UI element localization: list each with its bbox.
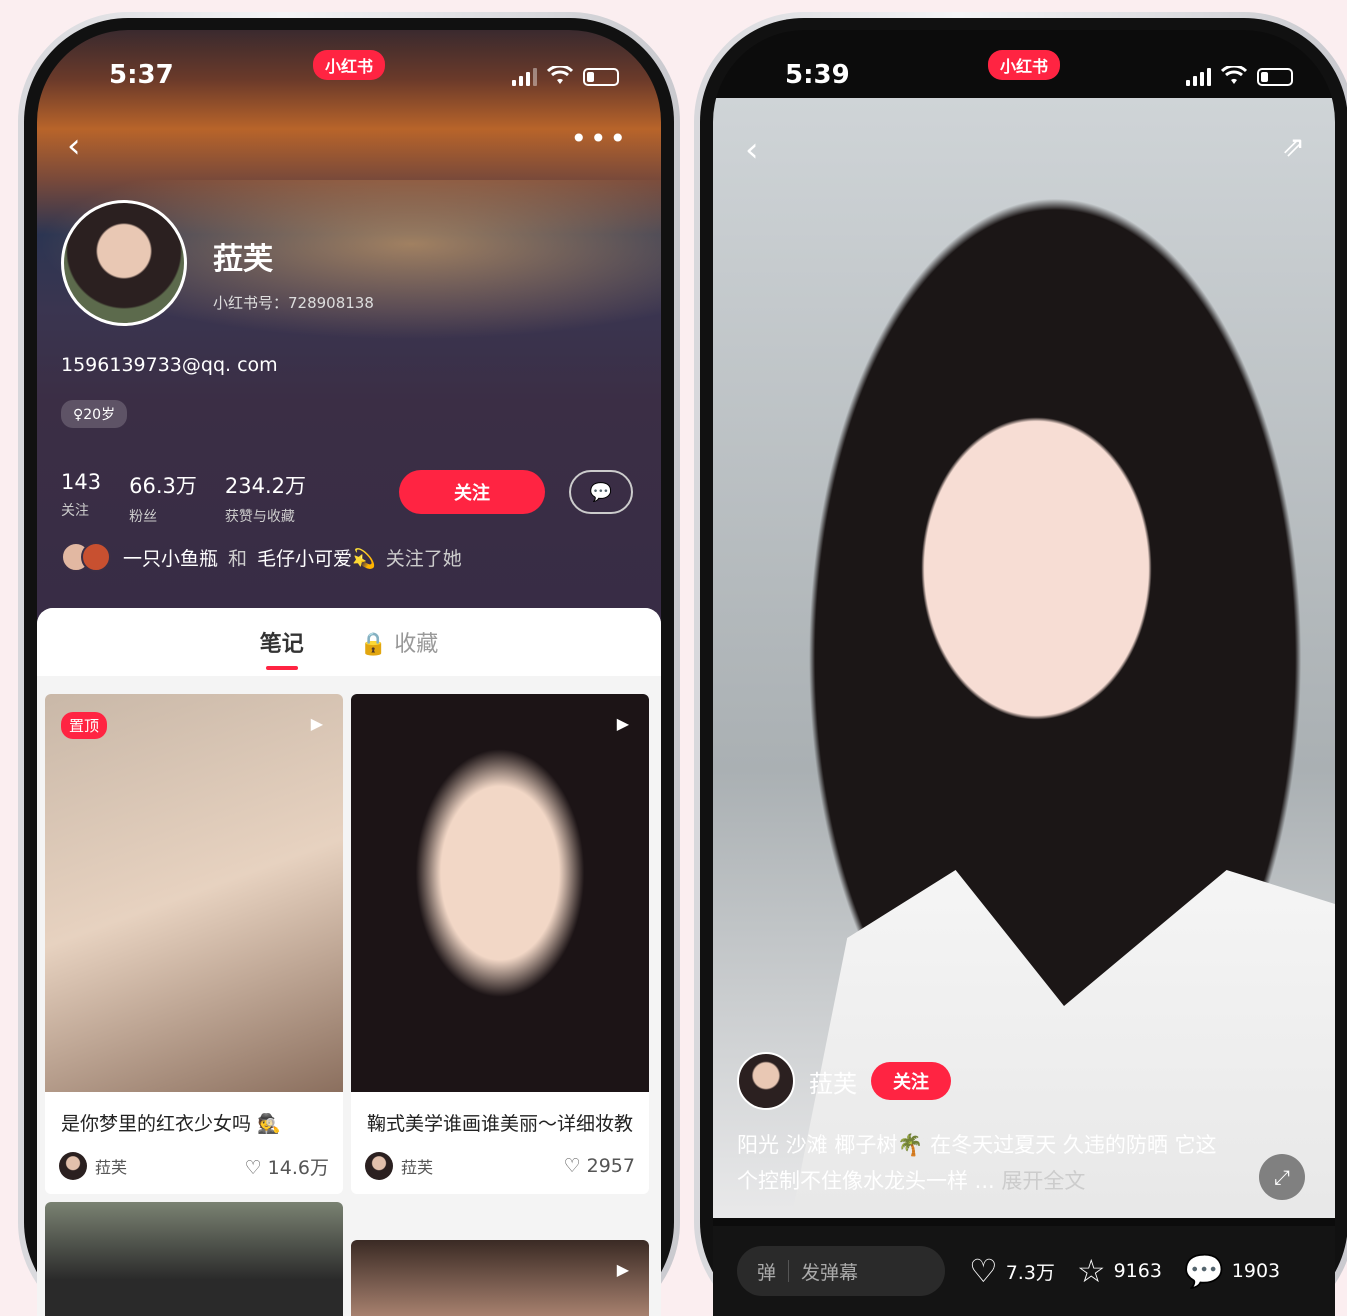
- danmu-placeholder: 发弹幕: [801, 1261, 859, 1284]
- mutual-avatars: [61, 542, 111, 572]
- comment-icon: 💬: [1183, 1252, 1224, 1290]
- status-icons: [1186, 66, 1293, 86]
- wifi-icon: [1221, 66, 1247, 84]
- comment-button[interactable]: 💬 1903: [1184, 1252, 1280, 1290]
- author-avatar: [59, 1152, 87, 1181]
- note-card[interactable]: [45, 1202, 343, 1316]
- author-avatar: [365, 1152, 393, 1181]
- battery-icon: [583, 68, 619, 86]
- more-icon[interactable]: •••: [570, 122, 629, 155]
- chat-icon: 💬: [589, 481, 613, 503]
- video-play-icon: ▶: [310, 714, 323, 733]
- video-play-icon: ▶: [616, 714, 629, 733]
- engagement-actions: ♡ 7.3万 ☆ 9163 💬 1903: [969, 1252, 1280, 1290]
- like-button[interactable]: ♡ 7.3万: [969, 1252, 1055, 1290]
- stat-label: 关注: [61, 503, 89, 519]
- tab-collections[interactable]: 🔒 收藏: [360, 626, 438, 658]
- wifi-icon: [547, 66, 573, 84]
- note-author: 菈芙: [365, 1152, 434, 1181]
- mutual-suffix: 关注了她: [385, 547, 462, 570]
- note-likes[interactable]: ♡ 2957: [564, 1155, 635, 1177]
- status-time: 5:39: [785, 60, 850, 90]
- video-screen: 5:39 小红书 ‹ ⇗ 菈芙 关注 阳光 沙滩 椰子树🌴 在冬天过夏天 久违的…: [713, 30, 1335, 1316]
- stat-value: 234.2万: [224, 474, 306, 498]
- note-cover: ▶: [351, 694, 649, 1092]
- danmu-input[interactable]: 弹 发弹幕: [737, 1246, 945, 1296]
- mutual-and: 和: [228, 547, 248, 570]
- share-icon[interactable]: ⇗: [1282, 130, 1305, 163]
- phone-frame-left: 5:37 小红书 ‹ ••• 菈芙 小红书号：728908138 1596139…: [18, 12, 680, 1316]
- profile-user-id: 小红书号：728908138: [213, 294, 374, 312]
- note-card[interactable]: 置顶 ▶ 是你梦里的红衣少女吗 🕵️ 菈芙 ♡ 14.6万: [45, 694, 343, 1195]
- follow-button[interactable]: 关注: [399, 470, 545, 514]
- author-avatar[interactable]: [737, 1052, 795, 1110]
- note-cover: ▶: [351, 1240, 649, 1316]
- app-badge: 小红书: [987, 50, 1061, 80]
- status-icons: [512, 66, 619, 86]
- notes-panel: 笔记 🔒 收藏 置顶 ▶ 是你梦里的红衣少女吗 🕵️ 菈芙 ♡ 14.6万 ▶ …: [37, 608, 661, 1316]
- note-cover: [45, 1202, 343, 1316]
- mutual-followers[interactable]: 一只小鱼瓶 和 毛仔小可爱💫 关注了她: [61, 542, 462, 572]
- battery-icon: [1257, 68, 1293, 86]
- note-author: 菈芙: [59, 1152, 128, 1181]
- like-count: 7.3万: [1005, 1261, 1055, 1284]
- back-icon[interactable]: ‹: [67, 126, 81, 166]
- divider: [788, 1260, 790, 1282]
- author-name: 菈芙: [95, 1158, 128, 1178]
- stat-likes-collects[interactable]: 234.2万 获赞与收藏: [225, 470, 306, 526]
- video-author: 菈芙 关注: [737, 1052, 951, 1110]
- note-title: 鞠式美学谁画谁美丽～详细妆教: [367, 1113, 634, 1135]
- profile-tabs: 笔记 🔒 收藏: [37, 608, 661, 676]
- message-button[interactable]: 💬: [569, 470, 633, 514]
- stat-followers[interactable]: 66.3万 粉丝: [129, 470, 197, 526]
- author-name[interactable]: 菈芙: [809, 1064, 857, 1099]
- stat-label: 获赞与收藏: [224, 509, 295, 525]
- phone-frame-right: 5:39 小红书 ‹ ⇗ 菈芙 关注 阳光 沙滩 椰子树🌴 在冬天过夏天 久违的…: [694, 12, 1347, 1316]
- signal-icon: [1186, 68, 1211, 86]
- collect-count: 9163: [1113, 1260, 1162, 1282]
- collect-button[interactable]: ☆ 9163: [1077, 1252, 1162, 1290]
- video-play-icon: ▶: [616, 1260, 629, 1279]
- author-name: 菈芙: [401, 1158, 434, 1178]
- status-bar: 5:37 小红书: [37, 30, 661, 100]
- follow-button[interactable]: 关注: [871, 1062, 951, 1100]
- stat-following[interactable]: 143 关注: [61, 470, 101, 526]
- profile-stats: 143 关注 66.3万 粉丝 234.2万 获赞与收藏: [61, 470, 306, 526]
- signal-icon: [512, 68, 537, 86]
- note-card[interactable]: ▶: [351, 1240, 649, 1316]
- age-tag: ♀20岁: [61, 400, 128, 428]
- expand-link[interactable]: 展开全文: [1001, 1169, 1085, 1193]
- profile-avatar[interactable]: [61, 200, 187, 326]
- note-likes[interactable]: ♡ 14.6万: [245, 1153, 329, 1180]
- video-caption[interactable]: 阳光 沙滩 椰子树🌴 在冬天过夏天 久违的防晒 它这个控制不住像水龙头一样 ..…: [737, 1128, 1237, 1199]
- note-meta: 菈芙 ♡ 14.6万: [45, 1148, 343, 1194]
- status-bar: 5:39 小红书: [713, 30, 1335, 100]
- bottom-action-bar: 弹 发弹幕 ♡ 7.3万 ☆ 9163 💬 1903: [713, 1226, 1335, 1316]
- danmu-icon[interactable]: 弹: [757, 1258, 776, 1285]
- profile-screen: 5:37 小红书 ‹ ••• 菈芙 小红书号：728908138 1596139…: [37, 30, 661, 1316]
- note-cover: 置顶 ▶: [45, 694, 343, 1092]
- note-meta: 菈芙 ♡ 2957: [351, 1148, 649, 1194]
- stat-label: 粉丝: [129, 509, 158, 525]
- status-time: 5:37: [109, 60, 174, 90]
- pinned-badge: 置顶: [61, 712, 108, 739]
- comment-count: 1903: [1231, 1260, 1281, 1282]
- fullscreen-icon[interactable]: ⤢: [1259, 1154, 1305, 1200]
- heart-icon: ♡: [969, 1252, 998, 1290]
- profile-username: 菈芙: [213, 242, 273, 277]
- note-title: 是你梦里的红衣少女吗 🕵️: [61, 1113, 281, 1135]
- app-badge: 小红书: [312, 50, 386, 80]
- tab-notes[interactable]: 笔记: [260, 626, 304, 670]
- caption-text: 阳光 沙滩 椰子树🌴 在冬天过夏天 久违的防晒 它这个控制不住像水龙头一样 ..…: [737, 1133, 1217, 1193]
- video-player[interactable]: [713, 30, 1335, 1316]
- mutual-name-2: 毛仔小可爱💫: [257, 547, 376, 570]
- back-icon[interactable]: ‹: [745, 130, 759, 170]
- stat-value: 66.3万: [129, 474, 197, 498]
- profile-bio: 1596139733@qq. com: [61, 354, 278, 376]
- star-icon: ☆: [1076, 1252, 1106, 1290]
- note-card[interactable]: ▶ 鞠式美学谁画谁美丽～详细妆教 菈芙 ♡ 2957: [351, 694, 649, 1195]
- stat-value: 143: [61, 470, 102, 494]
- mutual-name-1: 一只小鱼瓶: [123, 547, 219, 570]
